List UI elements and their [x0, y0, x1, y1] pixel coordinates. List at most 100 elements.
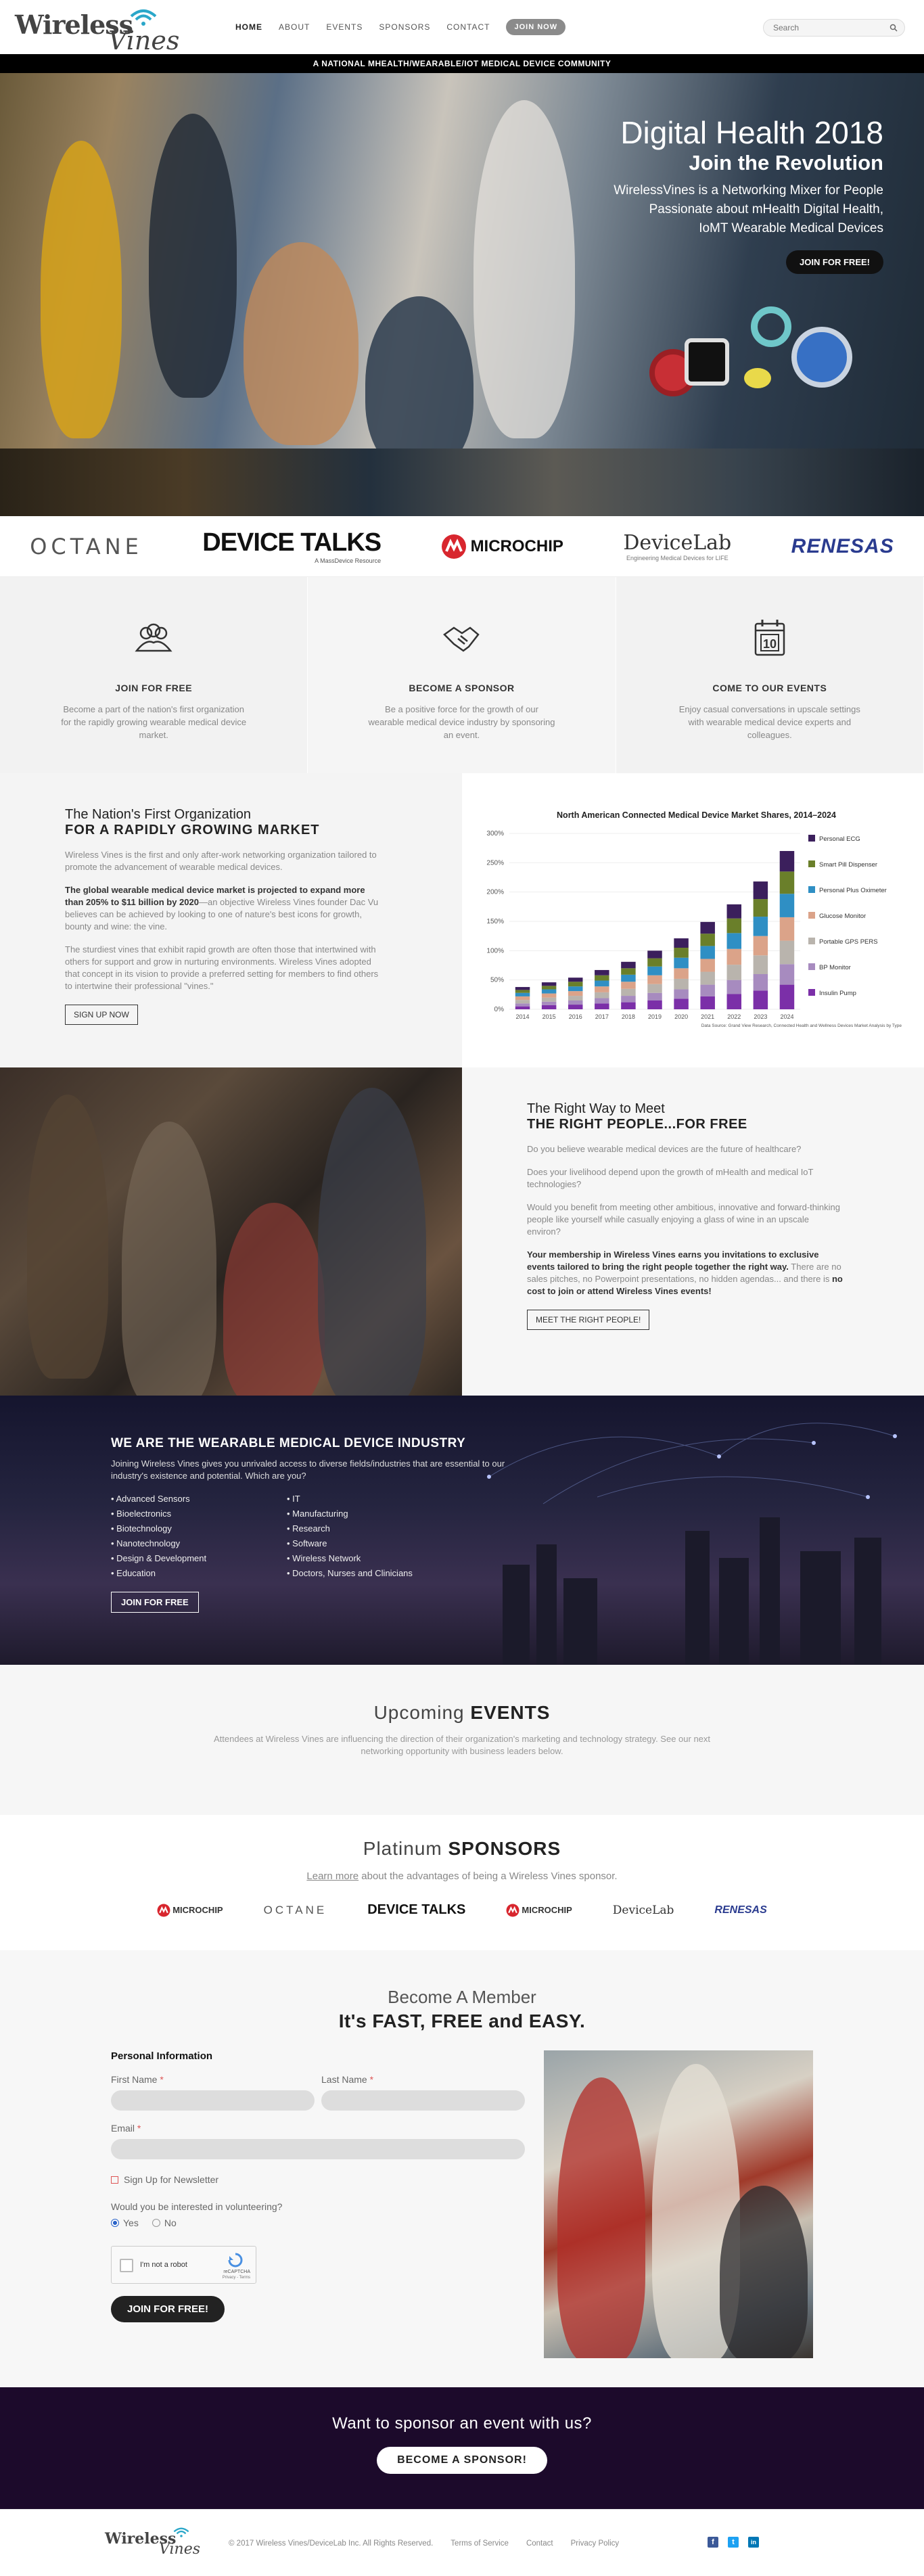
newsletter-checkbox[interactable] [111, 2176, 118, 2184]
form-section-title: Personal Information [111, 2050, 213, 2062]
recaptcha-checkbox[interactable] [120, 2259, 133, 2272]
footer-privacy-link[interactable]: Privacy Policy [571, 2539, 620, 2548]
become-sponsor-button[interactable]: BECOME A SPONSOR! [377, 2447, 547, 2474]
sponsor-devicetalks[interactable]: DEVICE TALKS [367, 1902, 465, 1918]
sponsor-devicelab-text: DeviceLab [612, 1903, 674, 1917]
volunteer-no-radio[interactable] [152, 2219, 160, 2227]
required-marker: * [137, 2123, 141, 2134]
membership-section: Become A Member It's FAST, FREE and EASY… [0, 1950, 924, 2387]
industry-title: WE ARE THE WEARABLE MEDICAL DEVICE INDUS… [111, 1436, 466, 1450]
logo-devicelab-text: DeviceLab [623, 531, 732, 555]
sponsor-microchip[interactable]: MICROCHIP [157, 1904, 223, 1917]
footer-terms-link[interactable]: Terms of Service [451, 2539, 509, 2548]
twitter-icon[interactable]: t [728, 2537, 739, 2548]
industry-item: Biotechnology [111, 1521, 287, 1536]
sponsor-devicelab[interactable]: DeviceLab [613, 1904, 674, 1917]
industry-item: Wireless Network [287, 1551, 463, 1566]
logo-microchip-text: MICROCHIP [470, 536, 563, 555]
sponsor-octane[interactable]: OCTANE [264, 1904, 327, 1917]
events-section: Upcoming EVENTS Attendees at Wireless Vi… [0, 1665, 924, 1815]
chart-bar-segment [541, 993, 557, 998]
logo-microchip[interactable]: MICROCHIP [441, 534, 563, 559]
chart-bar-segment [726, 904, 742, 919]
sponsor-microchip-2[interactable]: MICROCHIP [506, 1904, 572, 1917]
chart-bar-segment [726, 965, 742, 980]
learn-more-link[interactable]: Learn more [306, 1870, 359, 1882]
industry-text: Joining Wireless Vines gives you unrival… [111, 1458, 505, 1481]
search-box [763, 19, 905, 37]
nation-title-bold: FOR A RAPIDLY GROWING MARKET [65, 823, 320, 837]
footer-logo[interactable]: Wireless Vines [105, 2526, 213, 2564]
hero-join-button[interactable]: JOIN FOR FREE! [785, 250, 883, 274]
membership-heading: Become A Member It's FAST, FREE and EASY… [0, 1950, 924, 2032]
linkedin-icon[interactable]: in [748, 2537, 759, 2548]
industry-copy: WE ARE THE WEARABLE MEDICAL DEVICE INDUS… [111, 1436, 544, 1613]
membership-join-button[interactable]: JOIN FOR FREE! [111, 2296, 225, 2322]
chart-bar-segment [674, 948, 689, 958]
chart-bar-segment [726, 948, 742, 965]
calendar-day: 10 [763, 637, 777, 651]
meet-right-people-button[interactable]: MEET THE RIGHT PEOPLE! [527, 1310, 650, 1330]
nav-home[interactable]: HOME [235, 19, 262, 35]
chart-x-tick: 2023 [754, 1013, 767, 1020]
chart-bar-segment [726, 980, 742, 994]
search-icon[interactable] [890, 24, 898, 32]
chart-x-tick: 2024 [780, 1013, 793, 1020]
sign-up-now-button[interactable]: SIGN UP NOW [65, 1005, 138, 1025]
chart-legend-label: Personal Plus Oximeter [819, 887, 887, 894]
nav-contact[interactable]: CONTACT [446, 19, 490, 35]
nation-heading: The Nation's First Organization FOR A RAP… [65, 807, 462, 838]
chart-bar-segment [726, 918, 742, 934]
last-name-field[interactable] [321, 2090, 525, 2111]
logo-devicetalks[interactable]: DEVICE TALKS A MassDevice Resource [202, 528, 382, 564]
logo-devicelab-tagline: Engineering Medical Devices for LIFE [626, 555, 729, 561]
chart-bar-segment [568, 1001, 583, 1005]
nav-sponsors[interactable]: SPONSORS [379, 19, 430, 35]
industry-item: Software [287, 1536, 463, 1551]
footer-contact-link[interactable]: Contact [526, 2539, 553, 2548]
chart-legend-label: Insulin Pump [819, 990, 856, 997]
chart-bar-segment [647, 1001, 662, 1009]
social-links: f t in [708, 2537, 759, 2548]
chart-bar-segment [515, 987, 530, 990]
chart-bar-segment [700, 921, 715, 934]
chart-bar-segment [595, 980, 609, 987]
volunteer-no-label: No [164, 2217, 177, 2228]
nav-join-now[interactable]: JOIN NOW [506, 19, 566, 35]
nav-about[interactable]: ABOUT [279, 19, 310, 35]
sponsors-title: Platinum SPONSORS [0, 1838, 924, 1860]
right-way-bold: Your membership in Wireless Vines earns … [527, 1249, 819, 1272]
chart-y-tick: 50% [490, 977, 504, 984]
email-field[interactable] [111, 2139, 525, 2159]
industry-item: Manufacturing [287, 1506, 463, 1521]
site-logo[interactable]: Wireless Vines [15, 5, 179, 55]
chart-x-tick: 2020 [674, 1013, 688, 1020]
feature-sponsor-title: BECOME A SPONSOR [409, 683, 515, 693]
feature-join-text: Become a part of the nation's first orga… [61, 704, 247, 740]
nav-events[interactable]: EVENTS [326, 19, 363, 35]
logo-renesas[interactable]: RENESAS [791, 535, 894, 558]
chart-bar-segment [674, 968, 689, 979]
chart-bar-segment [674, 998, 689, 1009]
volunteer-yes-radio[interactable] [111, 2219, 119, 2227]
hero-copy: Digital Health 2018 Join the Revolution … [614, 115, 883, 274]
chart-bar-segment [541, 1005, 557, 1009]
chart-bar-segment [647, 958, 662, 967]
first-name-field[interactable] [111, 2090, 315, 2111]
sponsor-renesas[interactable]: RENESAS [714, 1904, 766, 1916]
logo-octane[interactable]: OCTANE [30, 534, 143, 559]
chart-y-tick: 0% [494, 1006, 505, 1013]
right-way-membership: Your membership in Wireless Vines earns … [527, 1249, 845, 1297]
chart-bar-segment [515, 1003, 530, 1007]
facebook-icon[interactable]: f [708, 2537, 718, 2548]
chart-bar-segment [515, 992, 530, 996]
search-input[interactable] [764, 20, 879, 36]
events-title-light: Upcoming [373, 1702, 465, 1723]
hero-photo-strip [0, 448, 924, 516]
sponsor-renesas-text: RENESAS [714, 1904, 767, 1916]
chart-bar-segment [647, 992, 662, 1001]
sponsor-devicetalks-text: DEVICE TALKS [367, 1902, 466, 1917]
industry-join-button[interactable]: JOIN FOR FREE [111, 1592, 199, 1613]
logo-devicelab[interactable]: DeviceLab Engineering Medical Devices fo… [623, 531, 731, 561]
nation-p1: Wireless Vines is the first and only aft… [65, 850, 377, 872]
